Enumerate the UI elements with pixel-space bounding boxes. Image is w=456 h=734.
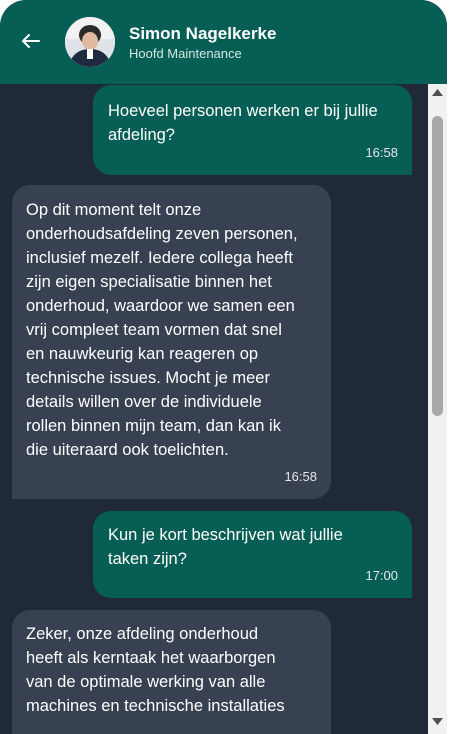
message-incoming: Zeker, onze afdeling onderhoud heeft als… — [12, 610, 331, 734]
message-incoming: Op dit moment telt onze onderhoudsafdeli… — [12, 185, 331, 499]
arrow-left-icon — [22, 34, 40, 48]
scroll-down-button[interactable] — [428, 712, 447, 730]
back-button[interactable] — [18, 28, 44, 54]
scroll-up-button[interactable] — [428, 84, 447, 102]
message-time: 17:00 — [365, 568, 398, 583]
chat-window: Simon Nagelkerke Hoofd Maintenance Hoeve… — [0, 0, 447, 734]
message-text: Zeker, onze afdeling onderhoud heeft als… — [26, 625, 285, 715]
message-list[interactable]: Hoeveel personen werken er bij jullie af… — [0, 84, 428, 734]
avatar[interactable] — [65, 17, 115, 67]
message-text: Kun je kort beschrijven wat jullie taken… — [108, 526, 343, 568]
message-time: 16:58 — [284, 469, 317, 484]
message-text: Op dit moment telt onze onderhoudsafdeli… — [26, 201, 298, 459]
message-text: Hoeveel personen werken er bij jullie af… — [108, 102, 378, 144]
triangle-up-icon — [432, 89, 443, 96]
chat-scrollbar[interactable] — [428, 84, 447, 734]
chat-header: Simon Nagelkerke Hoofd Maintenance — [0, 0, 447, 84]
contact-photo — [65, 17, 115, 67]
message-time: 16:58 — [365, 145, 398, 160]
triangle-down-icon — [432, 718, 443, 725]
message-outgoing: Hoeveel personen werken er bij jullie af… — [93, 85, 412, 175]
scroll-thumb[interactable] — [432, 116, 443, 416]
contact-name: Simon Nagelkerke — [129, 24, 277, 43]
message-outgoing: Kun je kort beschrijven wat jullie taken… — [93, 511, 412, 598]
contact-role: Hoofd Maintenance — [129, 46, 242, 61]
